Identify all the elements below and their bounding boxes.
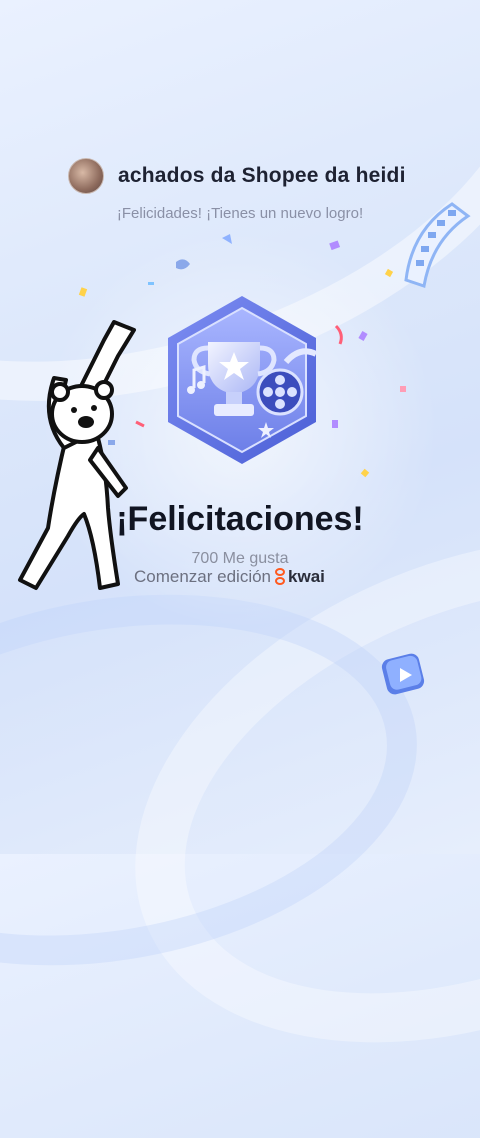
avatar[interactable] [68,158,104,194]
kwai-mark-icon [274,568,286,586]
kwai-logo: kwai [274,567,325,587]
start-editing-label: Comenzar edición [134,567,272,586]
start-editing-button[interactable]: Comenzar edición kwai [134,567,325,587]
achievement-title: ¡Felicitaciones! [116,500,364,538]
username[interactable]: achados da Shopee da heidi [118,164,406,188]
play-icon [381,653,425,695]
creator-header: achados da Shopee da heidi [68,158,406,194]
achievement-subtitle: ¡Felicidades! ¡Tienes un nuevo logro! [116,205,364,222]
trophy-badge-icon [168,296,318,464]
kwai-brand-text: kwai [288,567,325,586]
likes-count: 700 Me gusta [191,550,289,567]
